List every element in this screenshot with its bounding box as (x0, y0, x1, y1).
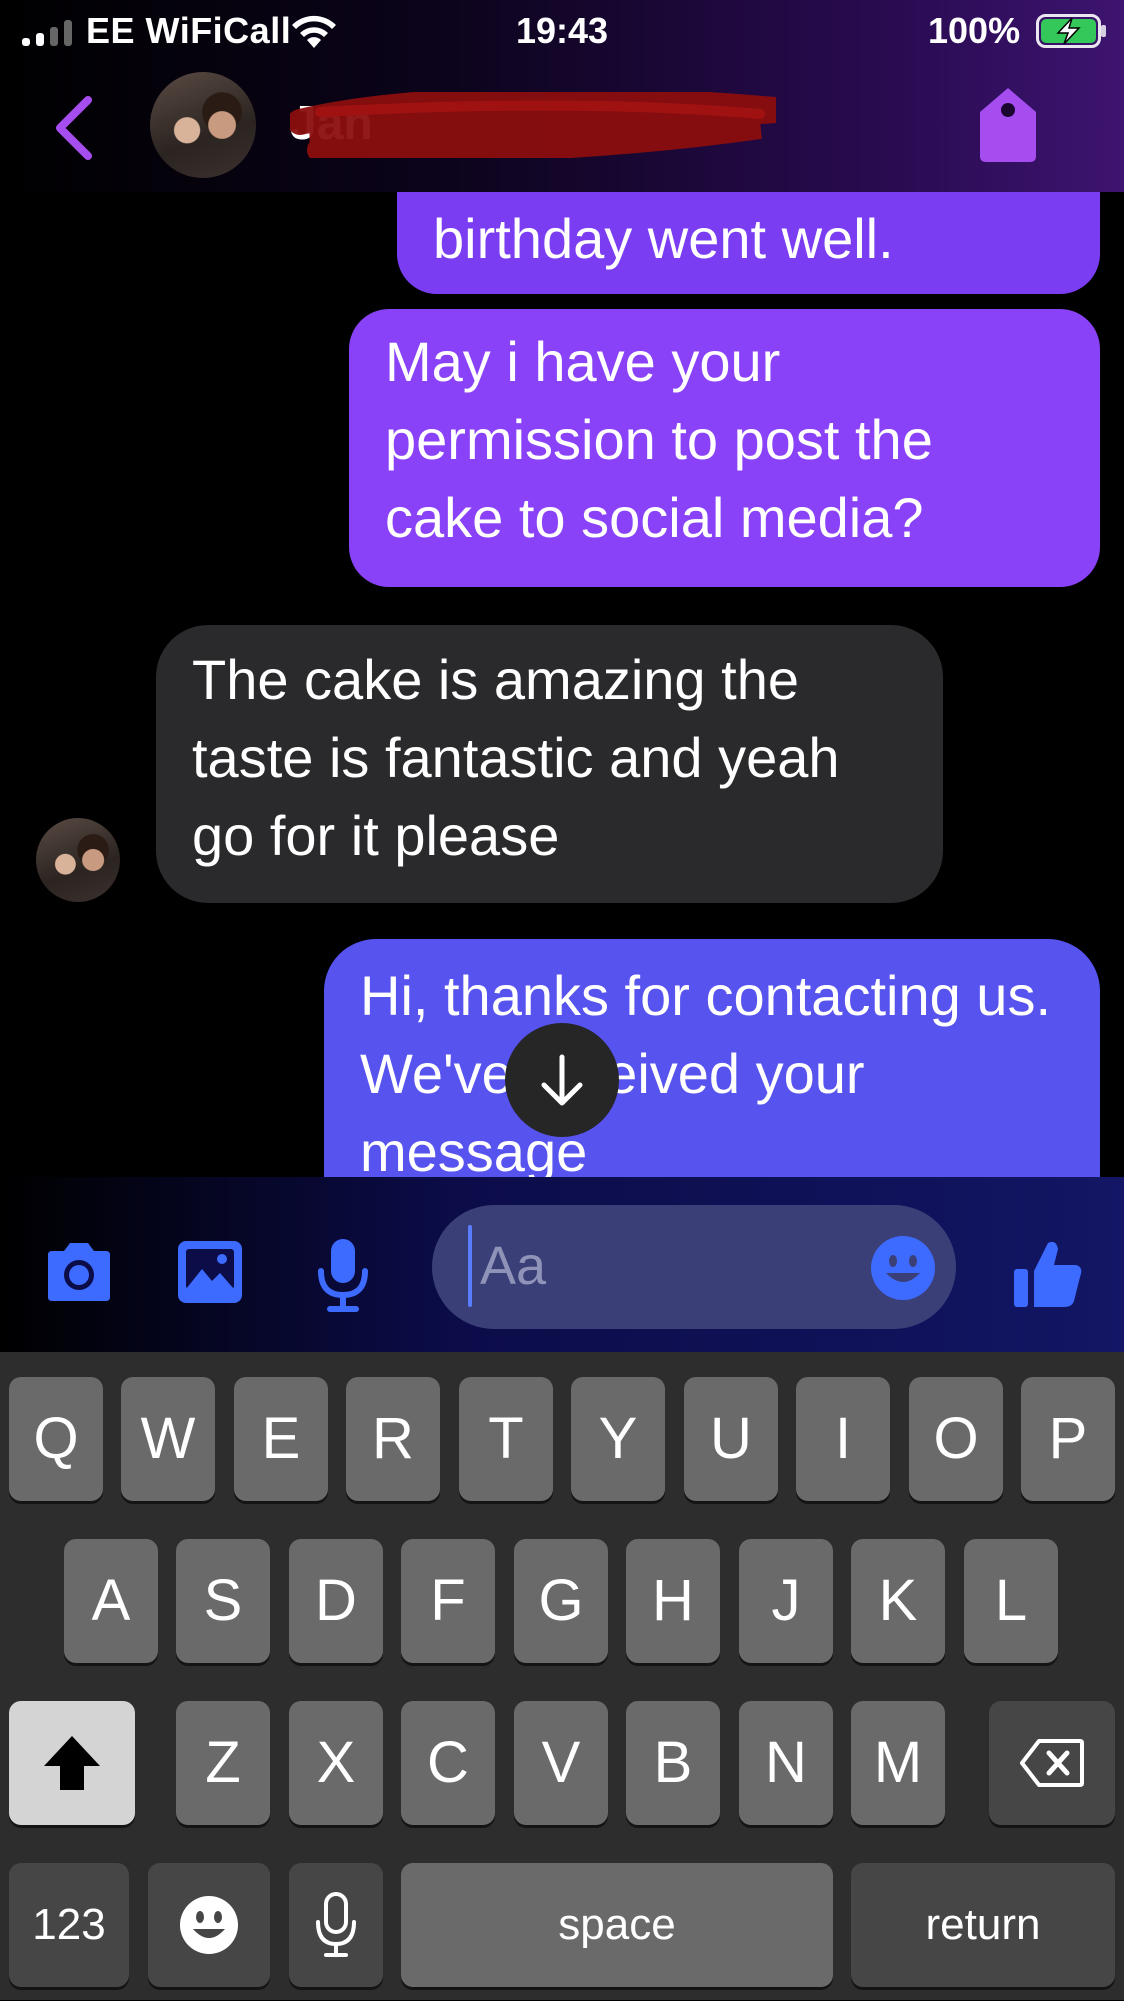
key-m[interactable]: M (851, 1701, 945, 1825)
delete-key[interactable] (989, 1701, 1115, 1825)
back-button[interactable] (50, 92, 98, 164)
name-redaction-scribble (290, 92, 777, 158)
key-d[interactable]: D (289, 1539, 383, 1663)
key-g[interactable]: G (514, 1539, 608, 1663)
message-input-placeholder: Aa (480, 1236, 547, 1296)
dictation-key[interactable] (289, 1863, 383, 1987)
message-composer: Aa (0, 1177, 1124, 1352)
key-q[interactable]: Q (9, 1377, 103, 1501)
key-n[interactable]: N (739, 1701, 833, 1825)
contact-avatar[interactable] (150, 72, 256, 178)
message-bubble-incoming[interactable]: The cake is amazing the taste is fantast… (156, 625, 943, 903)
message-thread[interactable]: birthday went well. May i have your perm… (0, 192, 1124, 1177)
battery-percent: 100% (928, 10, 1021, 51)
key-r[interactable]: R (346, 1377, 440, 1501)
key-t[interactable]: T (459, 1377, 553, 1501)
key-j[interactable]: J (739, 1539, 833, 1663)
emoji-key[interactable] (148, 1863, 270, 1987)
scroll-to-bottom-button[interactable] (505, 1023, 619, 1137)
emoji-icon (180, 1896, 238, 1954)
microphone-icon (316, 1892, 356, 1957)
key-h[interactable]: H (626, 1539, 720, 1663)
camera-icon[interactable] (42, 1241, 116, 1303)
tag-icon[interactable] (976, 86, 1040, 164)
key-i[interactable]: I (796, 1377, 890, 1501)
message-bubble-outgoing[interactable]: May i have your permission to post the c… (349, 309, 1100, 587)
key-f[interactable]: F (401, 1539, 495, 1663)
key-c[interactable]: C (401, 1701, 495, 1825)
sender-avatar[interactable] (36, 818, 120, 902)
key-a[interactable]: A (64, 1539, 158, 1663)
key-l[interactable]: L (964, 1539, 1058, 1663)
key-s[interactable]: S (176, 1539, 270, 1663)
key-b[interactable]: B (626, 1701, 720, 1825)
battery-charging-icon (1036, 14, 1106, 48)
key-o[interactable]: O (909, 1377, 1003, 1501)
message-bubble-outgoing[interactable]: birthday went well. (397, 192, 1100, 294)
numbers-key[interactable]: 123 (9, 1863, 129, 1987)
key-e[interactable]: E (234, 1377, 328, 1501)
message-input[interactable]: Aa (432, 1205, 956, 1329)
shift-key[interactable] (9, 1701, 135, 1825)
key-p[interactable]: P (1021, 1377, 1115, 1501)
message-bubble-outgoing[interactable]: Hi, thanks for contacting us. We've rece… (324, 939, 1100, 1177)
key-w[interactable]: W (121, 1377, 215, 1501)
key-z[interactable]: Z (176, 1701, 270, 1825)
emoji-icon[interactable] (870, 1235, 936, 1301)
photo-icon[interactable] (176, 1239, 244, 1305)
key-v[interactable]: V (514, 1701, 608, 1825)
space-key[interactable]: space (401, 1863, 833, 1987)
shift-icon (44, 1736, 100, 1790)
key-k[interactable]: K (851, 1539, 945, 1663)
key-x[interactable]: X (289, 1701, 383, 1825)
return-key[interactable]: return (851, 1863, 1115, 1987)
keyboard: Q W E R T Y U I O P A S D F G H J K L Z … (0, 1352, 1124, 2000)
backspace-icon (1020, 1739, 1084, 1787)
key-y[interactable]: Y (571, 1377, 665, 1501)
text-caret (468, 1225, 472, 1307)
key-u[interactable]: U (684, 1377, 778, 1501)
thumbs-up-icon[interactable] (1012, 1237, 1084, 1309)
status-bar: EE WiFiCall 19:43 100% (0, 0, 1124, 64)
arrow-down-icon (541, 1054, 583, 1106)
microphone-icon[interactable] (316, 1237, 370, 1313)
